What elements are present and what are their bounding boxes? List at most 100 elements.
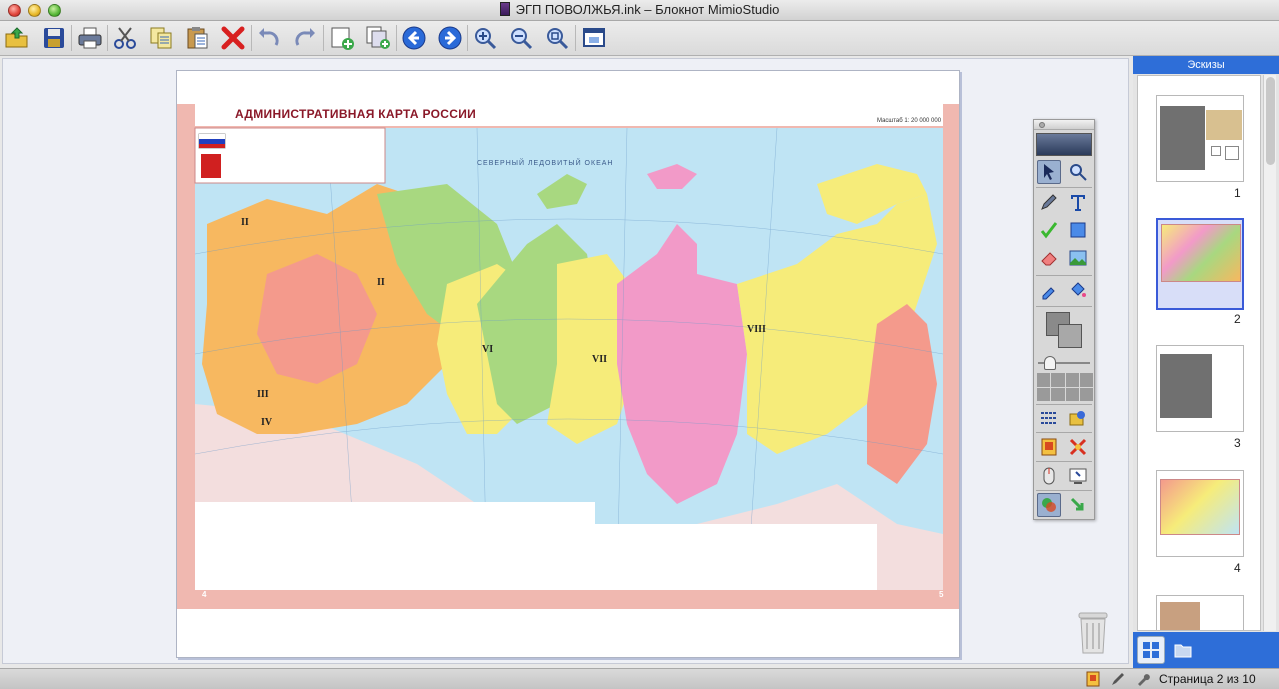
scrollbar-thumb[interactable] bbox=[1266, 77, 1275, 165]
page-thumbnail-2[interactable] bbox=[1156, 218, 1244, 310]
zoom-fit-button[interactable] bbox=[543, 24, 571, 52]
paste-button[interactable] bbox=[183, 24, 211, 52]
color-swatches[interactable] bbox=[1044, 310, 1084, 350]
trash-icon[interactable] bbox=[1075, 609, 1111, 655]
image-tool-button[interactable] bbox=[1066, 246, 1090, 270]
clipboard-icon bbox=[187, 27, 208, 49]
background-color-swatch[interactable] bbox=[1058, 324, 1082, 348]
map-legend-bottom-right bbox=[577, 524, 877, 590]
print-button[interactable] bbox=[76, 24, 104, 52]
page-thumbnail-5[interactable] bbox=[1156, 595, 1244, 630]
select-tool-button[interactable] bbox=[1037, 160, 1061, 184]
map-title: АДМИНИСТРАТИВНАЯ КАРТА РОССИИ bbox=[235, 107, 477, 121]
tool-palette[interactable] bbox=[1033, 119, 1095, 520]
redo-icon bbox=[295, 28, 315, 46]
palette-separator bbox=[1036, 187, 1092, 188]
fill-tool-button[interactable] bbox=[1066, 278, 1090, 302]
region-label-viii: VIII bbox=[747, 324, 766, 335]
pen-tool-button[interactable] bbox=[1037, 190, 1061, 214]
delete-button[interactable] bbox=[219, 24, 247, 52]
region-label-vi: VI bbox=[482, 344, 494, 355]
palette-close-button[interactable] bbox=[1039, 122, 1045, 128]
shape-tool-button[interactable] bbox=[1066, 218, 1090, 242]
redo-button[interactable] bbox=[291, 24, 319, 52]
title-bar: ЭГП ПОВОЛЖЬЯ.ink – Блокнот MimioStudio bbox=[0, 0, 1279, 21]
palette-titlebar[interactable] bbox=[1034, 120, 1094, 130]
toolbar-separator bbox=[467, 25, 468, 51]
square-shape-icon bbox=[1070, 222, 1086, 238]
spotlight-tool-button[interactable] bbox=[1066, 435, 1090, 459]
line-style-tool-button[interactable] bbox=[1037, 406, 1061, 430]
cut-button[interactable] bbox=[111, 24, 139, 52]
toolbar-separator bbox=[107, 25, 108, 51]
undo-icon bbox=[259, 28, 279, 46]
highlighter-tool-button[interactable] bbox=[1037, 218, 1061, 242]
thumbnails-scrollbar[interactable] bbox=[1263, 75, 1276, 631]
zoom-fit-icon bbox=[547, 28, 569, 50]
gallery-view-button[interactable] bbox=[1169, 636, 1197, 664]
insert-icon bbox=[1070, 497, 1084, 511]
save-button[interactable] bbox=[40, 24, 68, 52]
line-width-grid[interactable] bbox=[1037, 373, 1093, 401]
add-page-icon bbox=[331, 27, 354, 50]
page-thumbnail-4[interactable] bbox=[1156, 470, 1244, 557]
page-thumbnail-1[interactable] bbox=[1156, 95, 1244, 182]
recorder-tool-button[interactable] bbox=[1037, 493, 1061, 517]
insert-tool-button[interactable] bbox=[1066, 493, 1090, 517]
pen-status-icon[interactable] bbox=[1110, 671, 1126, 687]
open-button[interactable] bbox=[3, 24, 31, 52]
reveal-icon bbox=[1041, 438, 1057, 456]
new-page-button[interactable] bbox=[328, 24, 356, 52]
region-label-ii-west: II bbox=[241, 217, 249, 228]
arrow-right-circle-icon bbox=[438, 26, 462, 50]
gallery-tool-button[interactable] bbox=[1066, 406, 1090, 430]
page-indicator: Страница 2 из 10 bbox=[1159, 672, 1256, 686]
fullscreen-button[interactable] bbox=[580, 24, 608, 52]
mouse-icon bbox=[1043, 467, 1055, 485]
thumbnail-number-3: 3 bbox=[1234, 436, 1241, 450]
zoom-in-button[interactable] bbox=[471, 24, 499, 52]
thickness-slider[interactable] bbox=[1038, 356, 1090, 370]
text-tool-button[interactable] bbox=[1066, 190, 1090, 214]
thumbnails-view-button[interactable] bbox=[1137, 636, 1165, 664]
pen-icon bbox=[1041, 194, 1057, 210]
map-legend-bottom bbox=[195, 502, 595, 590]
scissors-icon bbox=[114, 27, 136, 49]
notebook-canvas[interactable]: АДМИНИСТРАТИВНАЯ КАРТА РОССИИ Масштаб 1:… bbox=[2, 58, 1129, 664]
previous-page-button[interactable] bbox=[400, 24, 428, 52]
thumbnail-number-1: 1 bbox=[1234, 186, 1241, 200]
reveal-tool-button[interactable] bbox=[1037, 435, 1061, 459]
checkmark-icon bbox=[1040, 222, 1058, 239]
russia-administrative-map[interactable] bbox=[177, 104, 959, 609]
document-icon bbox=[499, 2, 510, 16]
toolbar-separator bbox=[575, 25, 576, 51]
toolbar-separator bbox=[323, 25, 324, 51]
status-bar: Страница 2 из 10 bbox=[0, 668, 1279, 689]
printer-icon bbox=[78, 27, 102, 49]
arrow-pointer-icon bbox=[1044, 164, 1054, 180]
image-icon bbox=[1069, 250, 1087, 266]
screen-annotate-tool-button[interactable] bbox=[1066, 464, 1090, 488]
zoom-out-button[interactable] bbox=[507, 24, 535, 52]
map-page-number-left: 4 bbox=[202, 590, 207, 599]
thumbnail-number-2: 2 bbox=[1234, 312, 1241, 326]
next-page-button[interactable] bbox=[436, 24, 464, 52]
duplicate-page-button[interactable] bbox=[364, 24, 392, 52]
undo-button[interactable] bbox=[255, 24, 283, 52]
notebook-page[interactable]: АДМИНИСТРАТИВНАЯ КАРТА РОССИИ Масштаб 1:… bbox=[176, 70, 960, 658]
copy-button[interactable] bbox=[147, 24, 175, 52]
palette-separator bbox=[1036, 404, 1092, 405]
eraser-tool-button[interactable] bbox=[1037, 246, 1061, 270]
toolbar-separator bbox=[71, 25, 72, 51]
eyedropper-tool-button[interactable] bbox=[1037, 278, 1061, 302]
page-thumbnail-3[interactable] bbox=[1156, 345, 1244, 432]
zoom-out-icon bbox=[511, 28, 533, 50]
recorder-status-icon[interactable] bbox=[1085, 671, 1101, 687]
thumbnails-list[interactable]: 1 2 3 4 bbox=[1137, 75, 1261, 631]
arrow-left-circle-icon bbox=[402, 26, 426, 50]
wrench-icon[interactable] bbox=[1135, 671, 1151, 687]
mouse-tool-button[interactable] bbox=[1037, 464, 1061, 488]
thickness-slider-thumb[interactable] bbox=[1044, 356, 1056, 370]
main-toolbar bbox=[0, 21, 1279, 56]
zoom-tool-button[interactable] bbox=[1066, 160, 1090, 184]
